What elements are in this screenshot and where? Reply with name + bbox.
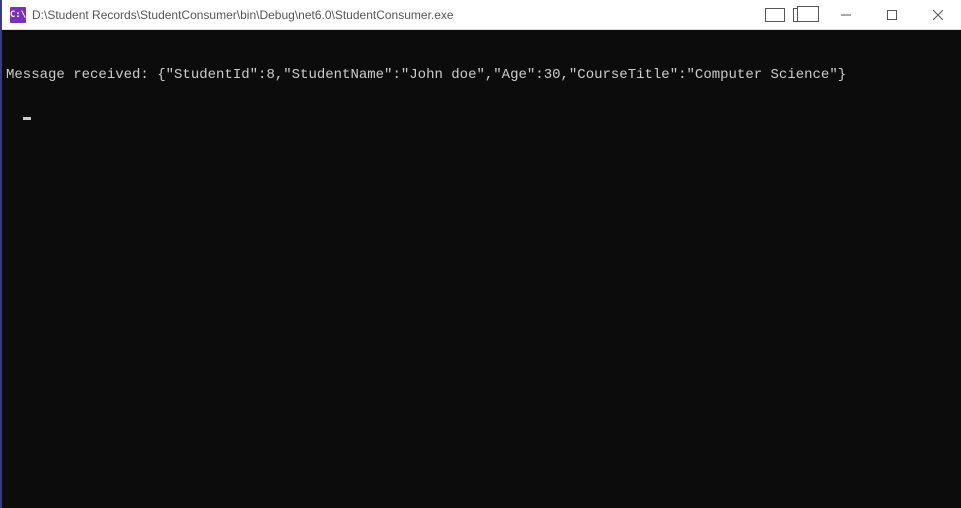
window-mode-icon[interactable] (765, 8, 785, 22)
window-controls (823, 0, 961, 29)
minimize-button[interactable] (823, 0, 869, 30)
close-button[interactable] (915, 0, 961, 30)
console-area[interactable]: Message received: {"StudentId":8,"Studen… (2, 30, 961, 508)
maximize-icon (887, 10, 897, 20)
titlebar-extra-icons (765, 8, 813, 22)
titlebar: C:\ D:\Student Records\StudentConsumer\b… (2, 0, 961, 30)
maximize-button[interactable] (869, 0, 915, 30)
close-icon (933, 10, 943, 20)
console-output-line: Message received: {"StudentId":8,"Studen… (6, 67, 957, 85)
app-icon: C:\ (10, 7, 26, 23)
window-title: D:\Student Records\StudentConsumer\bin\D… (32, 8, 454, 22)
console-cursor (23, 117, 31, 120)
window-restore-icon[interactable] (793, 8, 813, 22)
minimize-icon (841, 10, 851, 20)
